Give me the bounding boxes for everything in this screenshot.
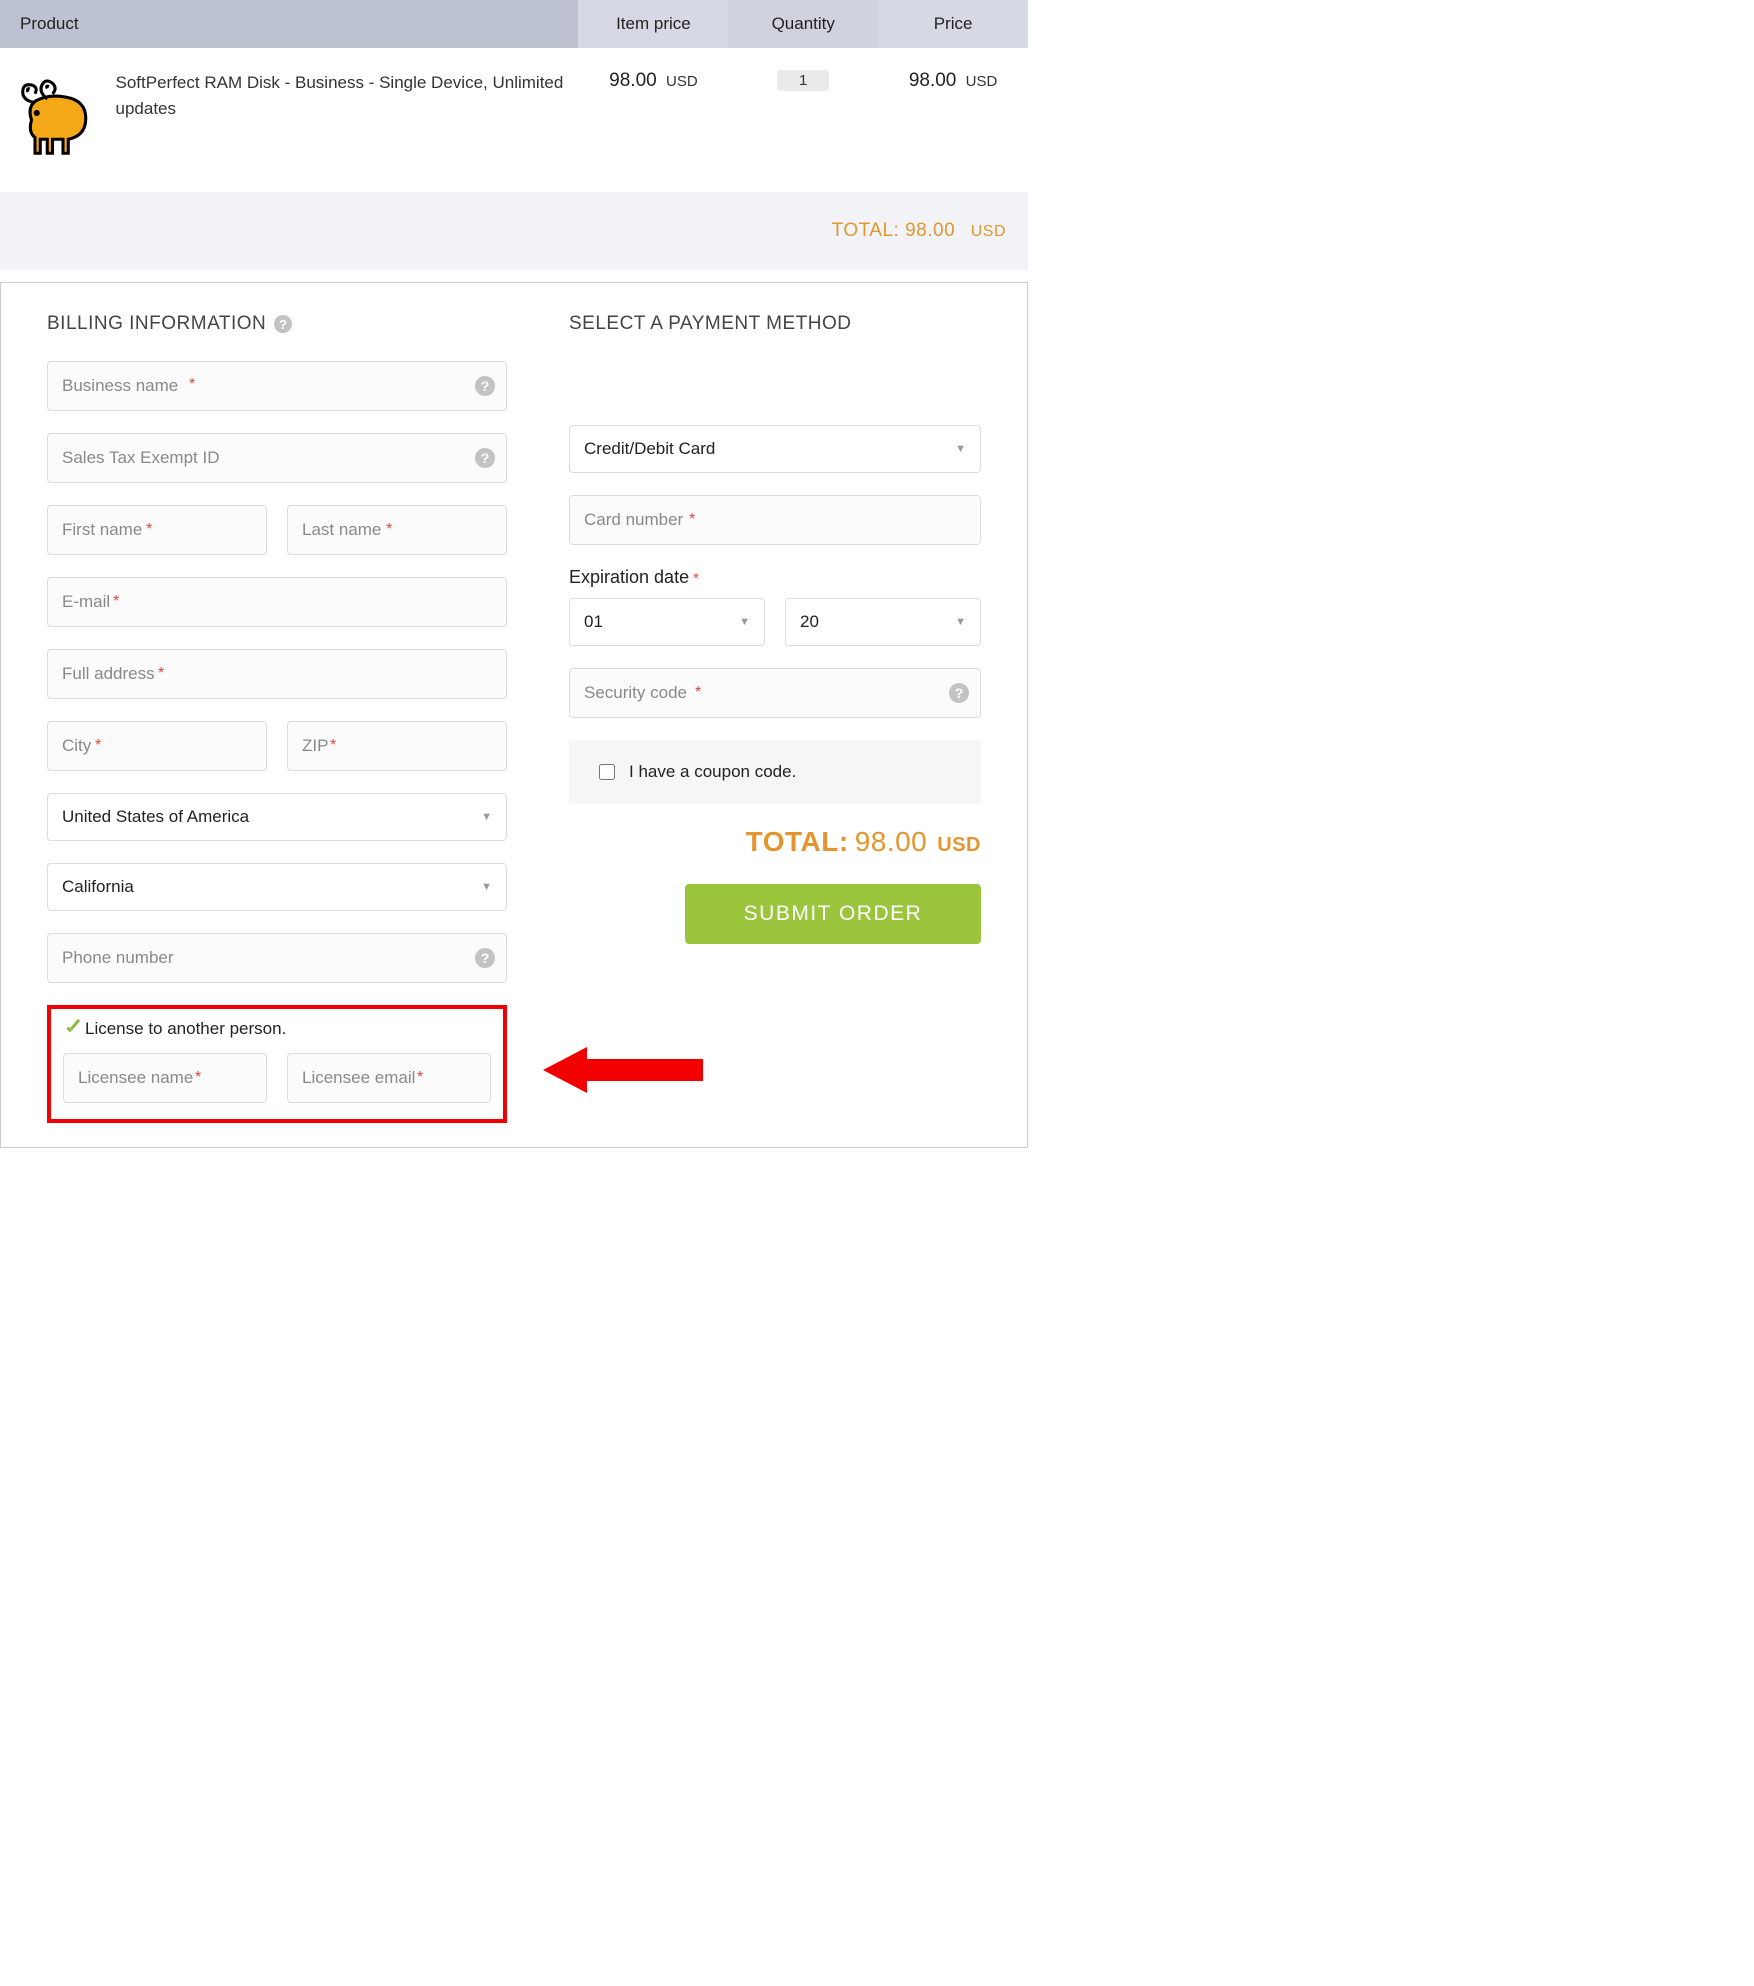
cart-total-label: TOTAL: (832, 220, 900, 241)
tax-exempt-field[interactable] (47, 433, 507, 483)
exp-year-value: 20 (800, 612, 819, 632)
exp-month-value: 01 (584, 612, 603, 632)
quantity-value: 1 (777, 70, 829, 91)
licensee-email-field[interactable] (287, 1053, 491, 1103)
state-select[interactable]: California ▼ (47, 863, 507, 911)
chevron-down-icon: ▼ (739, 616, 750, 628)
help-icon[interactable]: ? (949, 683, 969, 703)
phone-field[interactable] (47, 933, 507, 983)
last-name-field[interactable] (287, 505, 507, 555)
country-select[interactable]: United States of America ▼ (47, 793, 507, 841)
chevron-down-icon: ▼ (955, 443, 966, 455)
payment-method-select[interactable]: Credit/Debit Card ▼ (569, 425, 981, 473)
line-price-value: 98.00 (909, 70, 957, 91)
cart-total-value: 98.00 (905, 220, 955, 241)
grand-total-currency: USD (937, 834, 981, 856)
licensee-name-field[interactable] (63, 1053, 267, 1103)
chevron-down-icon: ▼ (955, 616, 966, 628)
coupon-label: I have a coupon code. (629, 762, 796, 782)
help-icon[interactable]: ? (475, 448, 495, 468)
grand-total-label: TOTAL: (746, 826, 849, 857)
zip-field[interactable] (287, 721, 507, 771)
item-price-value: 98.00 (609, 70, 657, 91)
payment-method-value: Credit/Debit Card (584, 439, 715, 459)
state-value: California (62, 877, 134, 897)
country-value: United States of America (62, 807, 249, 827)
product-name: SoftPerfect RAM Disk - Business - Single… (116, 70, 565, 121)
help-icon[interactable]: ? (475, 948, 495, 968)
line-price-currency: USD (966, 73, 998, 90)
cart-total-currency: USD (971, 223, 1006, 240)
exp-month-select[interactable]: 01 ▼ (569, 598, 765, 646)
payment-title: SELECT A PAYMENT METHOD (569, 313, 852, 335)
header-quantity: Quantity (728, 0, 878, 48)
billing-title: BILLING INFORMATION (47, 313, 266, 335)
card-number-field[interactable] (569, 495, 981, 545)
submit-order-button[interactable]: SUBMIT ORDER (685, 884, 981, 944)
license-checkbox[interactable] (63, 1020, 81, 1038)
email-field[interactable] (47, 577, 507, 627)
header-product: Product (0, 0, 578, 48)
expiration-label: Expiration date (569, 567, 689, 587)
help-icon[interactable]: ? (274, 315, 292, 333)
chevron-down-icon: ▼ (481, 811, 492, 823)
header-item-price: Item price (578, 0, 728, 48)
city-field[interactable] (47, 721, 267, 771)
security-code-field[interactable] (569, 668, 981, 718)
exp-year-select[interactable]: 20 ▼ (785, 598, 981, 646)
ram-icon (14, 70, 102, 170)
cart-table: Product Item price Quantity Price SoftPe… (0, 0, 1028, 270)
chevron-down-icon: ▼ (481, 881, 492, 893)
business-name-field[interactable] (47, 361, 507, 411)
grand-total-value: 98.00 (855, 826, 928, 857)
license-section: License to another person. * * (47, 1005, 507, 1123)
address-field[interactable] (47, 649, 507, 699)
coupon-checkbox[interactable] (599, 764, 615, 780)
help-icon[interactable]: ? (475, 376, 495, 396)
item-price-currency: USD (666, 73, 698, 90)
header-price: Price (878, 0, 1028, 48)
license-label: License to another person. (85, 1019, 286, 1039)
arrow-annotation-icon (543, 1047, 703, 1093)
first-name-field[interactable] (47, 505, 267, 555)
